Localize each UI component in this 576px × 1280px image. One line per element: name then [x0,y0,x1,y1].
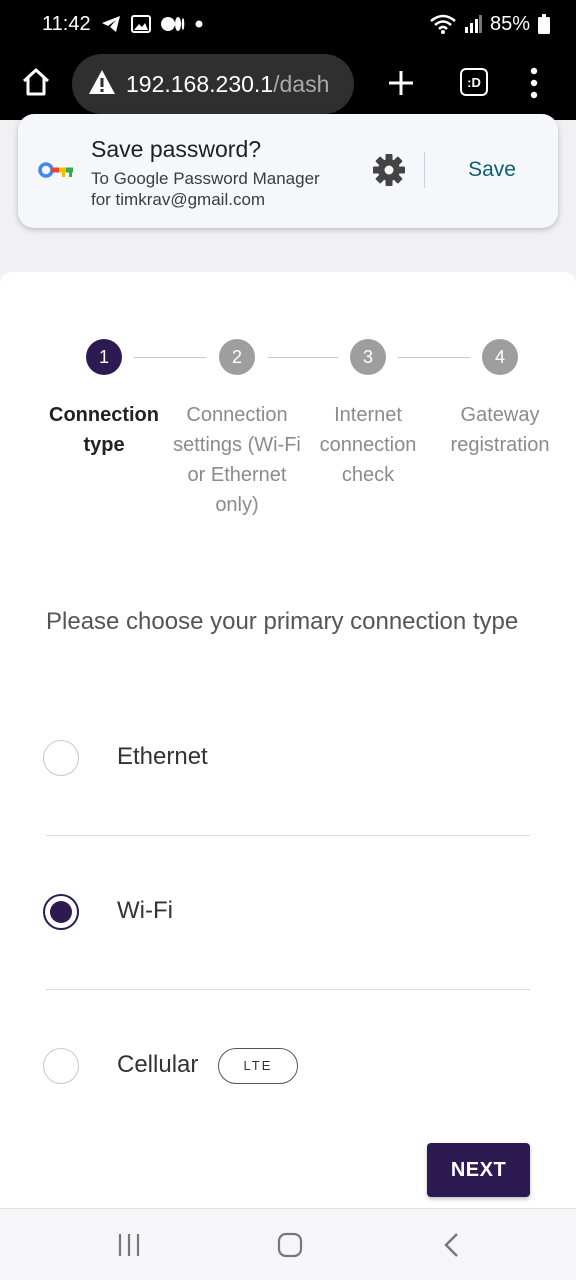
wifi-icon [430,14,456,34]
status-time: 11:42 [42,12,91,35]
option-divider [46,989,530,990]
connection-type-prompt: Please choose your primary connection ty… [46,608,519,635]
step-connector [268,357,338,358]
subtitle-line: To Google Password Manager [91,169,320,188]
step-4-label: Gateway registration [450,404,550,456]
step-3-circle: 3 [350,339,386,375]
cellular-radio[interactable] [43,1048,79,1084]
url-bar[interactable]: 192.168.230.1/dash [72,54,354,114]
step-2-circle: 2 [219,339,255,375]
option-wifi[interactable]: Wi-Fi [42,882,532,942]
notification-dot-icon [195,20,203,28]
more-menu-icon[interactable] [526,66,542,100]
subtitle-line: for timkrav@gmail.com [91,190,266,209]
ethernet-label: Ethernet [117,743,208,770]
url-path: /dash [273,70,330,97]
setup-card: 1 2 3 4 Connection type Connection setti… [0,272,576,1208]
tab-switcher-button[interactable]: :D [460,68,488,96]
option-ethernet[interactable]: Ethernet [42,728,532,788]
telegram-icon [101,15,121,33]
cellular-label: Cellular [117,1051,199,1078]
save-password-prompt: Save password? To Google Password Manage… [18,114,558,228]
step-2-label: Connection settings (Wi-Fi or Ethernet o… [173,404,301,516]
home-icon[interactable] [20,66,52,98]
save-password-button[interactable]: Save [448,154,536,186]
url-host: 192.168.230.1 [126,70,274,97]
back-icon[interactable] [440,1231,470,1259]
tab-count: :D [467,74,481,90]
lte-badge: LTE [218,1048,298,1084]
step-3-label: Internet connection check [319,404,417,486]
step-1-circle: 1 [86,339,122,375]
gallery-icon [130,15,151,33]
status-bar: 11:42 85% [0,0,576,48]
recent-apps-icon[interactable] [116,1231,146,1259]
wifi-label: Wi-Fi [117,897,173,924]
save-password-title: Save password? [91,136,262,162]
browser-toolbar: 192.168.230.1/dash :D [0,48,576,120]
step-connector [398,357,470,358]
new-tab-plus-icon[interactable] [386,68,416,98]
medium-icon [160,16,185,32]
ethernet-radio[interactable] [43,740,79,776]
next-button[interactable]: NEXT [427,1143,530,1197]
step-1-label: Connection type [49,404,159,456]
password-key-icon [38,162,74,178]
system-nav-bar [0,1208,576,1280]
option-cellular[interactable]: Cellular LTE [42,1036,532,1096]
battery-icon [538,14,550,34]
option-divider [46,835,530,836]
warning-icon[interactable] [88,69,116,100]
save-password-subtitle: To Google Password Manager for timkrav@g… [91,168,320,210]
wifi-radio[interactable] [43,894,79,930]
battery-percent: 85% [489,12,530,35]
gear-icon[interactable] [372,153,406,187]
prompt-divider [424,152,425,188]
step-4-circle: 4 [482,339,518,375]
signal-icon [464,15,482,33]
step-connector [134,357,206,358]
home-nav-icon[interactable] [276,1231,306,1259]
